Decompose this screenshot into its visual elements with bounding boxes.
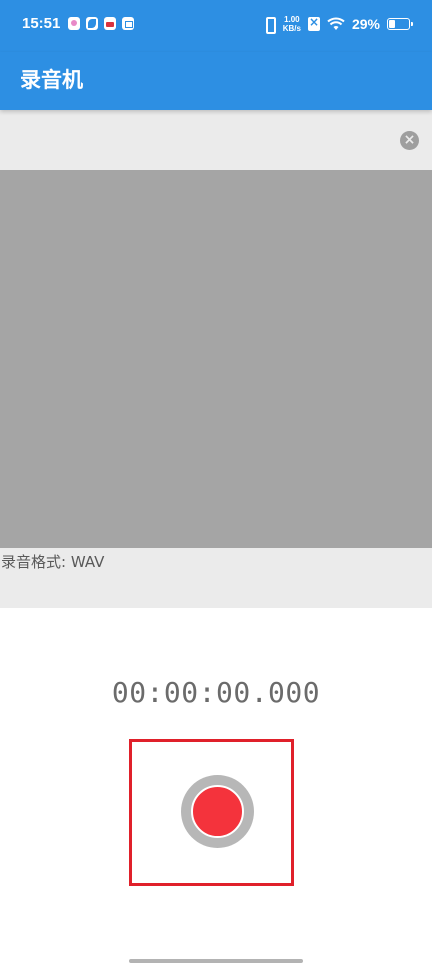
record-icon	[191, 785, 244, 838]
status-time: 15:51	[22, 15, 61, 32]
recording-timer: 00:00:00.000	[111, 676, 321, 709]
network-speed-value: 1.00	[284, 15, 300, 24]
network-speed: 1.00 KB/s	[283, 15, 301, 33]
battery-percent: 29%	[351, 16, 380, 32]
status-indicators: 1.00 KB/s 29%	[262, 15, 413, 34]
leaf-app-icon	[86, 17, 98, 30]
notification-icons	[68, 17, 134, 30]
status-bar: 15:51 1.00 KB/s 29%	[0, 0, 432, 52]
app-bar: 录音机	[0, 52, 432, 110]
network-speed-unit: KB/s	[282, 24, 301, 33]
recording-format-label: 录音格式: WAV	[1, 553, 105, 571]
gallery-icon	[68, 17, 80, 30]
video-app-icon	[104, 17, 116, 30]
wifi-icon	[327, 17, 345, 30]
record-button[interactable]	[129, 739, 294, 886]
ad-image[interactable]	[0, 170, 432, 548]
store-icon	[122, 17, 134, 30]
battery-icon	[387, 18, 413, 30]
record-ring	[181, 775, 254, 848]
home-indicator[interactable]	[129, 959, 303, 963]
vibrate-icon	[262, 16, 276, 34]
battery-fill	[389, 20, 396, 28]
page-title: 录音机	[20, 68, 83, 92]
no-sim-icon	[307, 15, 320, 31]
close-ad-button[interactable]: ×	[400, 131, 419, 150]
close-icon: ×	[403, 132, 416, 148]
